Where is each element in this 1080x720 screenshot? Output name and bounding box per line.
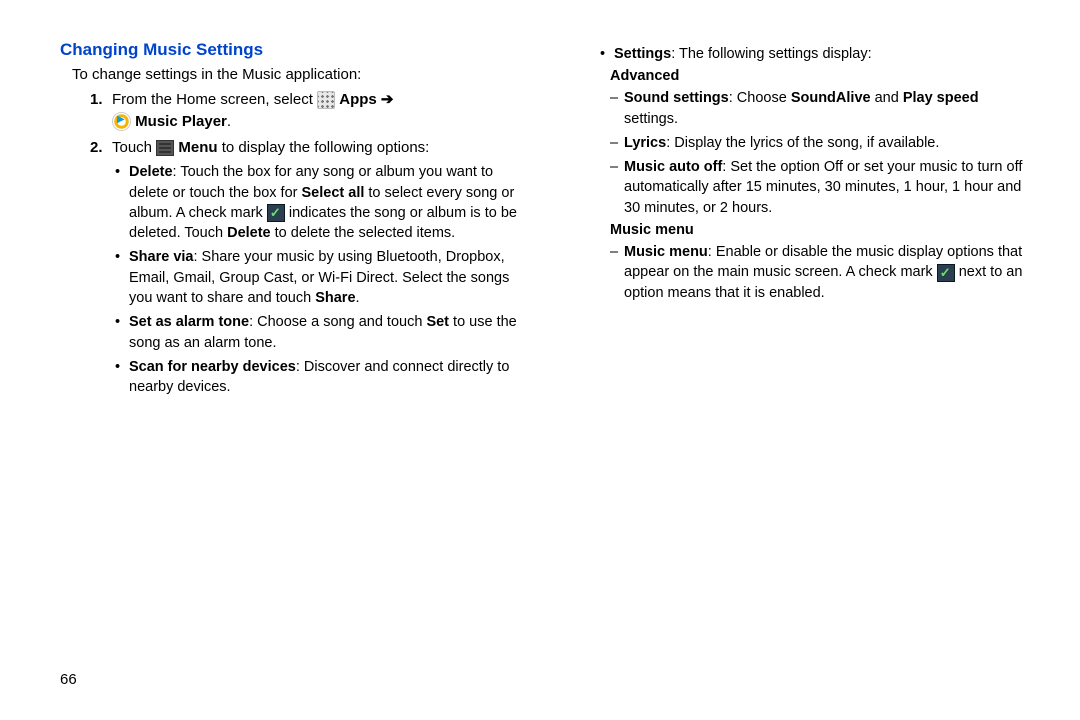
page-content: Changing Music Settings To change settin… [0, 0, 1080, 422]
bullet-scan: • Scan for nearby devices: Discover and … [115, 357, 520, 398]
dash-body: Lyrics: Display the lyrics of the song, … [624, 133, 1030, 153]
step-body: Touch Menu to display the following opti… [112, 137, 520, 159]
arrow-icon: ➔ [381, 91, 394, 108]
bullet-dot: • [115, 247, 129, 308]
text: to delete the selected items. [271, 225, 456, 241]
section-heading: Changing Music Settings [60, 40, 520, 60]
bullet-body: Delete: Touch the box for any song or al… [129, 162, 520, 243]
term: Lyrics [624, 135, 666, 151]
term: Music auto off [624, 159, 722, 175]
step-number: 2. [90, 137, 112, 159]
dash-mark: – [610, 133, 624, 153]
dash-list-music-menu: – Music menu: Enable or disable the musi… [610, 242, 1030, 303]
bullet-delete: • Delete: Touch the box for any song or … [115, 162, 520, 243]
dash-mark: – [610, 242, 624, 303]
dash-auto-off: – Music auto off: Set the option Off or … [610, 157, 1030, 218]
term: Sound settings [624, 90, 729, 106]
dash-sound: – Sound settings: Choose SoundAlive and … [610, 88, 1030, 129]
text: : Choose a song and touch [249, 314, 426, 330]
share-label: Share [315, 290, 355, 306]
dash-body: Music auto off: Set the option Off or se… [624, 157, 1030, 218]
bullet-dot: • [115, 162, 129, 243]
t: Music Player [135, 113, 227, 130]
step-2: 2. Touch Menu to display the following o… [90, 137, 520, 159]
bullet-alarm: • Set as alarm tone: Choose a song and t… [115, 312, 520, 353]
intro-text: To change settings in the Music applicat… [72, 66, 520, 83]
subhead-advanced: Advanced [610, 68, 1030, 84]
set-label: Set [426, 314, 449, 330]
term: Scan for nearby devices [129, 359, 296, 375]
bullet-body: Settings: The following settings display… [614, 44, 1030, 64]
text: to display the following options: [222, 139, 430, 156]
text: : Display the lyrics of the song, if ava… [666, 135, 939, 151]
playspeed-label: Play speed [903, 90, 979, 106]
text: Touch [112, 139, 156, 156]
dash-body: Music menu: Enable or disable the music … [624, 242, 1030, 303]
text: From the Home screen, select [112, 91, 317, 108]
step-body: From the Home screen, select Apps ➔ Musi… [112, 89, 520, 133]
right-column: • Settings: The following settings displ… [570, 40, 1030, 402]
checkmark-icon [937, 264, 955, 282]
text: : Choose [729, 90, 791, 106]
dash-lyrics: – Lyrics: Display the lyrics of the song… [610, 133, 1030, 153]
text: : The following settings display: [671, 46, 871, 62]
dash-body: Sound settings: Choose SoundAlive and Pl… [624, 88, 1030, 129]
menu-label: Menu [178, 139, 217, 156]
term: Music menu [624, 244, 708, 260]
apps-label: Apps [339, 91, 377, 108]
dash-mark: – [610, 157, 624, 218]
bullet-share: • Share via: Share your music by using B… [115, 247, 520, 308]
delete-label: Delete [227, 225, 271, 241]
dash-list-advanced: – Sound settings: Choose SoundAlive and … [610, 88, 1030, 218]
apps-icon [317, 91, 335, 109]
step-number: 1. [90, 89, 112, 133]
page-number: 66 [60, 671, 77, 688]
text: and [871, 90, 903, 106]
menu-icon [156, 140, 174, 156]
dash-music-menu: – Music menu: Enable or disable the musi… [610, 242, 1030, 303]
dot: . [227, 113, 231, 130]
term: Share via [129, 249, 194, 265]
bullet-body: Share via: Share your music by using Blu… [129, 247, 520, 308]
checkmark-icon [267, 204, 285, 222]
term: Set as alarm tone [129, 314, 249, 330]
bullet-body: Set as alarm tone: Choose a song and tou… [129, 312, 520, 353]
term: Delete [129, 164, 173, 180]
text: settings. [624, 111, 678, 127]
bullet-settings: • Settings: The following settings displ… [600, 44, 1030, 64]
music-player-icon [112, 112, 131, 131]
t: Menu [178, 139, 217, 156]
bullet-dot: • [115, 357, 129, 398]
term: Settings [614, 46, 671, 62]
t: Apps [339, 91, 377, 108]
bullet-body: Scan for nearby devices: Discover and co… [129, 357, 520, 398]
subhead-music-menu: Music menu [610, 222, 1030, 238]
step-1: 1. From the Home screen, select Apps ➔ M… [90, 89, 520, 133]
text: . [356, 290, 360, 306]
select-all-label: Select all [302, 185, 365, 201]
bullet-dot: • [115, 312, 129, 353]
soundalive-label: SoundAlive [791, 90, 871, 106]
music-player-label: Music Player [135, 113, 227, 130]
left-column: Changing Music Settings To change settin… [60, 40, 520, 402]
dash-mark: – [610, 88, 624, 129]
bullet-dot: • [600, 44, 614, 64]
